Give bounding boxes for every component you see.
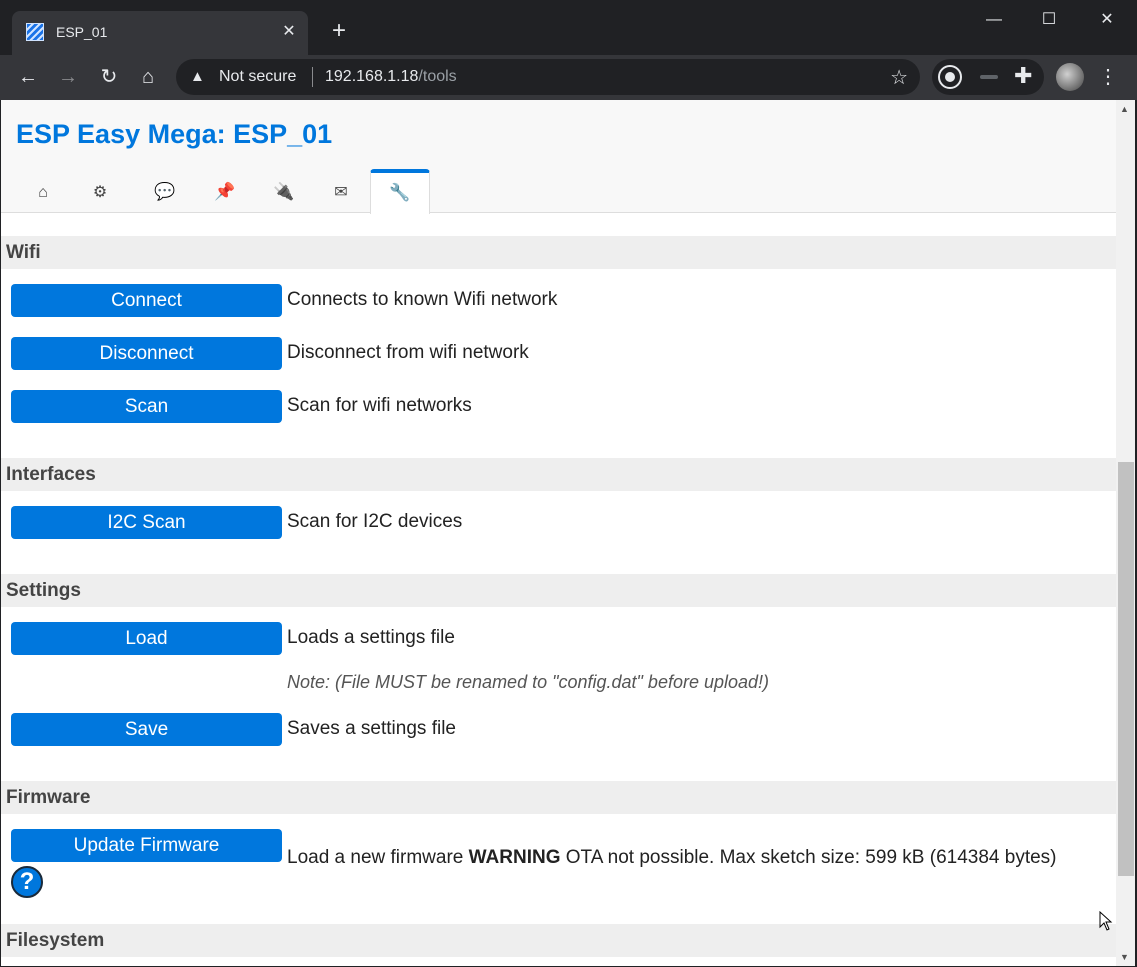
close-tab-icon[interactable]: ✕ [278, 21, 300, 43]
scan-button[interactable]: Scan [11, 390, 282, 423]
tab-notifications[interactable]: ✉ [311, 169, 371, 213]
help-icon[interactable]: ? [11, 866, 43, 898]
scan-description: Scan for wifi networks [287, 395, 472, 416]
kebab-menu-icon[interactable]: ⋮ [1098, 63, 1118, 91]
url-text[interactable]: 192.168.1.18/tools [325, 68, 457, 86]
vertical-scrollbar[interactable]: ▲ ▼ [1116, 100, 1135, 966]
tab-controllers[interactable]: 💬 [135, 169, 195, 213]
firmware-desc-prefix: Load a new firmware [287, 847, 469, 868]
load-button[interactable]: Load [11, 622, 282, 655]
section-filesystem: Filesystem [1, 924, 1116, 957]
browser-tab[interactable]: ESP_01 ✕ [12, 11, 308, 55]
minimize-window-button[interactable]: — [971, 6, 1017, 34]
i2c-scan-description: Scan for I2C devices [287, 511, 463, 532]
update-firmware-button[interactable]: Update Firmware [11, 829, 282, 862]
extension-placeholder-icon[interactable] [980, 75, 998, 79]
favicon-icon [26, 23, 44, 41]
tab-devices[interactable]: 🔌 [254, 169, 314, 213]
page-viewport: ESP Easy Mega: ESP_01 ⌂ ⚙ 💬 📌 🔌 ✉ 🔧 Wifi… [1, 100, 1135, 966]
scrollbar-thumb[interactable] [1118, 462, 1134, 876]
envelope-icon: ✉ [334, 184, 348, 201]
plug-icon: 🔌 [273, 182, 295, 201]
forward-arrow-icon[interactable]: → [54, 63, 82, 91]
url-path: /tools [418, 68, 457, 85]
speech-bubble-icon: 💬 [154, 182, 176, 201]
disconnect-description: Disconnect from wifi network [287, 342, 529, 363]
section-wifi: Wifi [1, 236, 1116, 269]
home-icon[interactable]: ⌂ [134, 63, 162, 91]
load-note: Note: (File MUST be renamed to "config.d… [287, 672, 770, 692]
url-host: 192.168.1.18 [325, 68, 419, 85]
firmware-warning-label: WARNING [468, 847, 561, 868]
new-tab-button[interactable]: + [326, 19, 352, 43]
section-firmware: Firmware [1, 781, 1116, 814]
tab-title: ESP_01 [56, 24, 108, 40]
section-settings: Settings [1, 574, 1116, 607]
scroll-down-icon[interactable]: ▼ [1120, 952, 1129, 962]
firmware-description: Load a new firmware WARNING OTA not poss… [287, 847, 1057, 869]
page-header: ESP Easy Mega: ESP_01 ⌂ ⚙ 💬 📌 🔌 ✉ 🔧 [1, 100, 1116, 214]
divider [312, 67, 313, 87]
reload-icon[interactable]: ↻ [95, 63, 123, 91]
address-bar[interactable]: ▲ Not secure 192.168.1.18/tools ☆ [176, 59, 920, 95]
star-icon[interactable]: ☆ [890, 65, 908, 90]
close-window-button[interactable]: ✕ [1084, 6, 1130, 34]
extension-tray: ✚ [932, 59, 1044, 95]
maximize-window-button[interactable]: ☐ [1026, 6, 1072, 34]
connect-description: Connects to known Wifi network [287, 289, 558, 310]
save-button[interactable]: Save [11, 713, 282, 746]
wrench-icon: 🔧 [389, 183, 411, 202]
browser-toolbar: ← → ↻ ⌂ ▲ Not secure 192.168.1.18/tools … [0, 55, 1137, 100]
gear-icon: ⚙ [92, 184, 108, 201]
browser-titlebar: ESP_01 ✕ + — ☐ ✕ [0, 0, 1137, 55]
tab-config[interactable]: ⚙ [70, 169, 130, 213]
disconnect-button[interactable]: Disconnect [11, 337, 282, 370]
save-description: Saves a settings file [287, 718, 456, 739]
tab-hardware[interactable]: 📌 [195, 169, 255, 213]
home-icon: ⌂ [38, 184, 48, 201]
extension-icon[interactable] [938, 65, 962, 89]
mouse-cursor-icon [1099, 911, 1113, 931]
tab-tools[interactable]: 🔧 [370, 169, 430, 214]
puzzle-icon[interactable]: ✚ [1014, 63, 1032, 89]
warning-icon: ▲ [190, 68, 205, 85]
tab-main[interactable]: ⌂ [13, 169, 73, 213]
avatar-icon[interactable] [1056, 63, 1084, 91]
section-interfaces: Interfaces [1, 458, 1116, 491]
i2c-scan-button[interactable]: I2C Scan [11, 506, 282, 539]
scroll-up-icon[interactable]: ▲ [1120, 104, 1129, 114]
connect-button[interactable]: Connect [11, 284, 282, 317]
load-description: Loads a settings file [287, 627, 455, 648]
pushpin-icon: 📌 [214, 182, 236, 201]
page-title: ESP Easy Mega: ESP_01 [16, 119, 333, 149]
firmware-desc-suffix: OTA not possible. Max sketch size: 599 k… [560, 847, 1057, 868]
back-arrow-icon[interactable]: ← [14, 63, 42, 91]
security-label[interactable]: Not secure [219, 68, 296, 86]
